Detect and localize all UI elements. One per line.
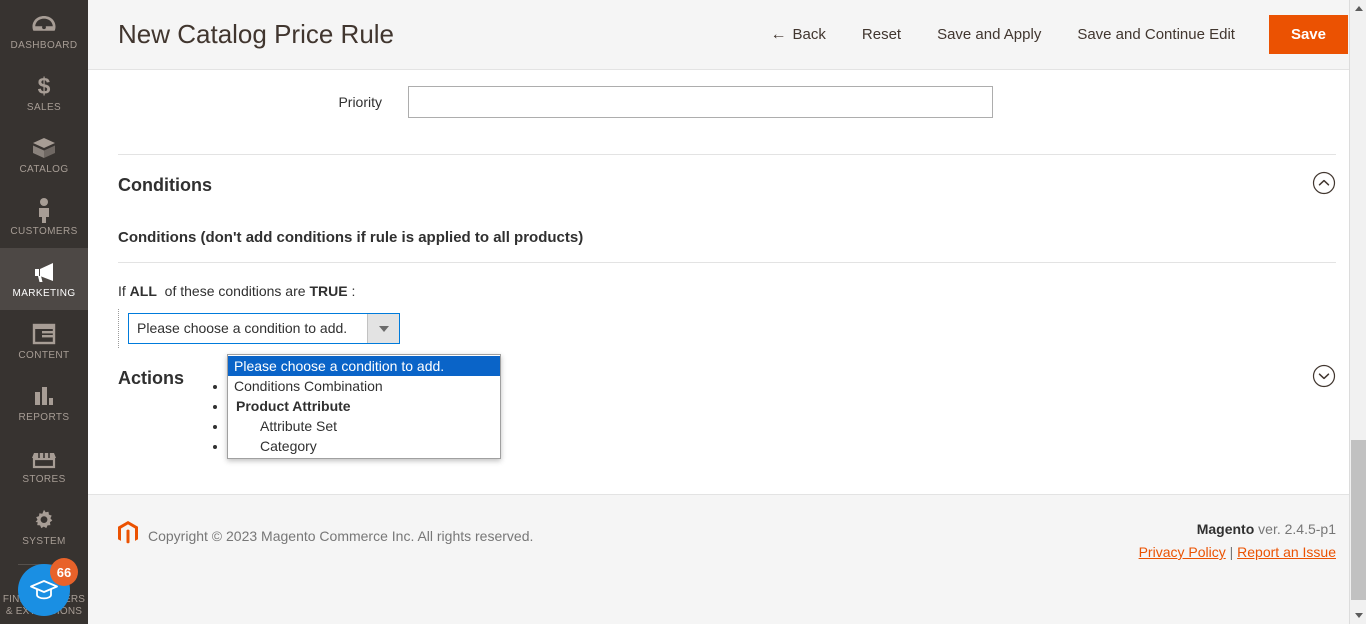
- rule-suffix: :: [351, 283, 356, 299]
- conditions-subtitle: Conditions (don't add conditions if rule…: [118, 229, 584, 246]
- sidebar-item-label: CONTENT: [18, 350, 70, 361]
- sidebar-item-content[interactable]: CONTENT: [0, 310, 88, 372]
- version-line: Magento ver. 2.4.5-p1: [1139, 521, 1336, 537]
- conditions-fieldset: Conditions (don't add conditions if rule…: [118, 215, 1336, 348]
- rule-value-link[interactable]: TRUE: [309, 283, 347, 299]
- scrollbar-up-arrow[interactable]: [1350, 0, 1366, 17]
- sidebar-item-customers[interactable]: CUSTOMERS: [0, 186, 88, 248]
- sidebar-item-stores[interactable]: STORES: [0, 434, 88, 496]
- chevron-down-circle-icon[interactable]: [1312, 364, 1336, 393]
- back-button-label: Back: [792, 25, 826, 43]
- admin-page: DASHBOARD $ SALES CATALOG CUSTOMERS MARK…: [0, 0, 1366, 624]
- sidebar-item-label: SALES: [26, 102, 62, 113]
- megaphone-icon: [31, 259, 57, 285]
- footer-left: Copyright © 2023 Magento Commerce Inc. A…: [118, 521, 533, 550]
- footer-link-separator: |: [1229, 544, 1234, 560]
- conditions-section-header[interactable]: Conditions: [118, 155, 1336, 215]
- brand-name: Magento: [1196, 521, 1255, 537]
- privacy-policy-link[interactable]: Privacy Policy: [1139, 544, 1226, 560]
- sidebar-item-sales[interactable]: $ SALES: [0, 62, 88, 124]
- magento-logo-icon: [118, 521, 138, 550]
- sidebar-item-label: REPORTS: [18, 412, 70, 423]
- new-condition-select-value: Please choose a condition to add.: [137, 320, 348, 336]
- scrollbar-thumb[interactable]: [1351, 440, 1366, 600]
- vertical-scrollbar[interactable]: [1349, 0, 1366, 624]
- gear-icon: [32, 507, 56, 533]
- page-footer: Copyright © 2023 Magento Commerce Inc. A…: [88, 494, 1366, 624]
- save-button[interactable]: Save: [1268, 15, 1348, 54]
- report-an-issue-link[interactable]: Report an Issue: [1237, 544, 1336, 560]
- sidebar-item-label: STORES: [22, 474, 66, 485]
- sidebar-item-dashboard[interactable]: DASHBOARD: [0, 0, 88, 62]
- sidebar-item-label: CATALOG: [19, 164, 69, 175]
- chevron-down-icon[interactable]: [367, 314, 399, 343]
- sidebar-item-reports[interactable]: REPORTS: [0, 372, 88, 434]
- main-column: New Catalog Price Rule ← Back Reset Save …: [88, 0, 1366, 624]
- option-item[interactable]: Conditions Combination: [228, 376, 500, 396]
- footer-links: Privacy Policy | Report an Issue: [1139, 544, 1336, 560]
- option-item[interactable]: Please choose a condition to add.: [228, 356, 500, 376]
- notification-badge[interactable]: 66: [50, 558, 78, 586]
- page-actions-toolbar: ← Back Reset Save and Apply Save and Cont…: [753, 15, 1348, 54]
- conditions-rule-builder: If ALL of these conditions are TRUE : Pl…: [118, 263, 1336, 348]
- page-title: New Catalog Price Rule: [118, 19, 395, 49]
- layout-window-icon: [32, 321, 56, 347]
- sidebar-item-label: MARKETING: [12, 288, 76, 299]
- rule-prefix: If: [118, 283, 126, 299]
- new-condition-select[interactable]: Please choose a condition to add.: [128, 313, 400, 344]
- storefront-icon: [31, 445, 57, 471]
- sidebar-item-marketing[interactable]: MARKETING: [0, 248, 88, 310]
- triangle-up-icon: [1354, 6, 1363, 11]
- reset-button[interactable]: Reset: [844, 26, 919, 43]
- save-and-continue-edit-button[interactable]: Save and Continue Edit: [1059, 26, 1253, 43]
- svg-text:$: $: [38, 73, 51, 99]
- sidebar-item-system[interactable]: SYSTEM: [0, 496, 88, 558]
- save-and-apply-button[interactable]: Save and Apply: [919, 26, 1059, 43]
- chevron-up-circle-icon[interactable]: [1312, 171, 1336, 200]
- sidebar-item-catalog[interactable]: CATALOG: [0, 124, 88, 186]
- conditions-section-title: Conditions: [118, 174, 212, 195]
- scrollbar-down-arrow[interactable]: [1350, 607, 1366, 624]
- priority-label: Priority: [338, 94, 382, 110]
- sidebar-item-find-partners[interactable]: FIND PARTNERS & EXTENSIONS 66: [0, 550, 88, 624]
- rule-middle-text: of these conditions are: [164, 283, 306, 299]
- dashboard-gauge-icon: [31, 11, 57, 37]
- footer-right: Magento ver. 2.4.5-p1 Privacy Policy | R…: [1139, 521, 1336, 560]
- condition-children-tree: Please choose a condition to add.: [118, 309, 1336, 348]
- box-icon: [31, 135, 57, 161]
- arrow-left-icon: ←: [770, 25, 787, 43]
- primary-sidebar: DASHBOARD $ SALES CATALOG CUSTOMERS MARK…: [0, 0, 88, 624]
- priority-field-row: Priority: [118, 70, 1336, 124]
- page-header: New Catalog Price Rule ← Back Reset Save …: [88, 0, 1366, 70]
- triangle-down-icon: [1354, 613, 1363, 618]
- priority-input[interactable]: [408, 86, 993, 118]
- caret-shape: [378, 325, 389, 332]
- new-condition-option-list[interactable]: Please choose a condition to add. Condit…: [227, 354, 501, 459]
- back-button[interactable]: ← Back: [753, 26, 844, 44]
- option-item[interactable]: Category: [228, 436, 500, 456]
- sidebar-item-label: DASHBOARD: [10, 40, 78, 51]
- condition-rule-sentence: If ALL of these conditions are TRUE :: [118, 283, 1336, 299]
- sidebar-item-label: SYSTEM: [22, 536, 66, 547]
- bar-chart-icon: [32, 383, 56, 409]
- option-group-label: Product Attribute: [228, 396, 500, 416]
- person-icon: [35, 197, 53, 223]
- sidebar-item-label: CUSTOMERS: [10, 226, 78, 237]
- actions-section-title: Actions: [118, 367, 185, 388]
- copyright-text: Copyright © 2023 Magento Commerce Inc. A…: [148, 527, 534, 544]
- option-item[interactable]: Attribute Set: [228, 416, 500, 436]
- dollar-sign-icon: $: [34, 73, 54, 99]
- rule-aggregator-link[interactable]: ALL: [130, 283, 157, 299]
- version-text: ver. 2.4.5-p1: [1258, 521, 1336, 537]
